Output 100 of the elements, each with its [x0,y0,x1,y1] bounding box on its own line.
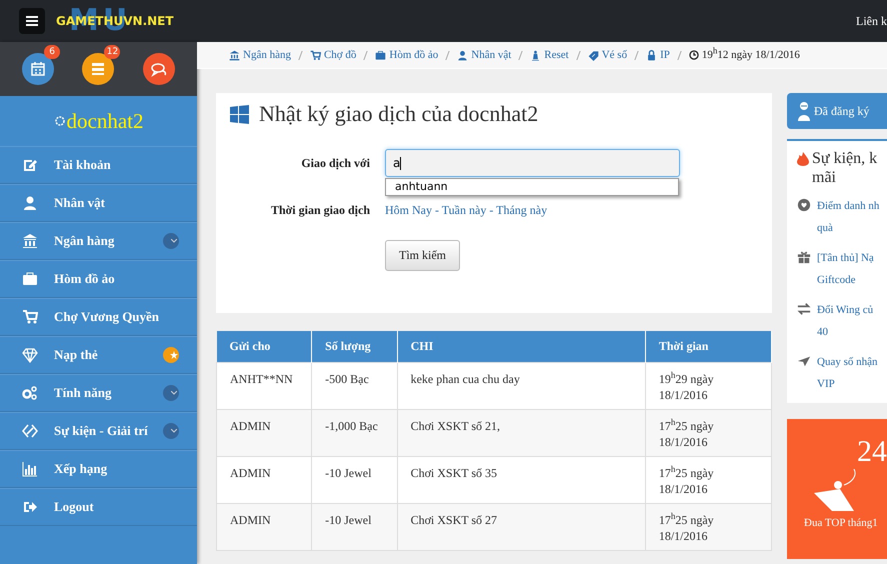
sidebar-item-label: Sự kiện - Giải trí [54,423,148,439]
breadcrumb-link[interactable]: Nhân vật [457,49,512,61]
registered-button[interactable]: Đã đăng ký [787,93,887,129]
column-header: CHI [397,331,646,362]
user-icon [22,195,38,211]
lock-icon [646,50,658,60]
gears-icon [22,385,38,401]
sidebar-item[interactable]: Nạp thẻ [0,336,197,374]
cart-icon [310,50,321,60]
field-label: Giao dịch với [300,156,370,170]
diamond-icon [22,347,38,363]
breadcrumb-link[interactable]: Reset [530,49,569,61]
table-cell: 19$^{h}$29 ngày 18/1/2016 [645,362,772,410]
briefcase-icon [375,50,386,60]
sidebar-item-label: Hòm đồ ảo [54,271,115,287]
breadcrumb-link[interactable]: IP [646,49,670,61]
sidebar-item[interactable]: Tính năng [0,374,197,412]
link-icon [22,423,38,439]
table-cell: keke phan cua chu day [397,362,646,410]
user-icon [457,50,468,60]
chevron-down-icon [163,233,179,249]
events-title: Sự kiện, k mãi [812,149,878,187]
search-button[interactable]: Tìm kiếm [385,240,460,271]
quick-action-button[interactable] [142,53,175,85]
column-header: Thời gian [645,331,772,362]
send-icon [797,354,811,368]
menu-icon [26,16,38,26]
panel-title: Nhật ký giao dịch của docnhat2 [259,101,538,127]
notification-badge: 12 [104,45,120,59]
quick-action-button[interactable] [82,53,114,85]
field-label: Thời gian giao dịch [270,203,370,218]
windows-icon [230,104,249,124]
breadcrumb-link[interactable]: Vé số [588,49,628,61]
sidebar-item-label: Xếp hạng [54,461,108,477]
heart-badge-icon [797,198,811,212]
gift-icon [797,250,811,264]
sidebar-item-label: Tính năng [54,385,112,401]
table-cell: ADMIN [216,456,312,504]
column-header: Số lượng [312,331,398,362]
list-icon [90,61,106,77]
notification-badge: 6 [44,45,60,59]
sidebar-item[interactable]: Xếp hạng [0,450,197,488]
table-cell: ANHT**NN [216,362,312,410]
bar-chart-icon [22,461,38,477]
sidebar-item[interactable]: Sự kiện - Giải trí [0,412,197,450]
sidebar-item[interactable]: Chợ Vương Quyền [0,298,197,336]
chevron-down-icon [163,385,179,401]
table-cell: Chơi XSKT số 27 [397,504,646,550]
sidebar-item[interactable]: Hòm đồ ảo [0,260,197,298]
sidebar-item[interactable]: Tài khoản [0,146,197,184]
flame-icon [797,152,809,166]
bank-icon [229,50,240,60]
sidebar-item-label: Logout [54,499,94,515]
event-link[interactable]: Đổi Wing củ 40 [817,299,874,343]
sidebar-item-label: Tài khoản [54,157,111,173]
top-link[interactable]: Liên k [856,14,887,28]
autocomplete-suggestion[interactable]: anhtuann [385,178,679,196]
sidebar-item[interactable]: Ngân hàng [0,222,197,260]
sidebar-item-label: Nhân vật [54,195,105,211]
exchange-icon [797,302,811,316]
breadcrumb-link[interactable]: Ngân hàng [229,49,291,61]
table-cell: Chơi XSKT số 35 [397,456,646,504]
promo-number: 24 [857,435,887,469]
period-links[interactable]: Hôm Nay - Tuần này - Tháng này [385,203,548,218]
table-cell: 17$^{h}$25 ngày 18/1/2016 [645,410,772,456]
breadcrumb-link[interactable]: Chợ đồ [310,49,356,61]
sidebar-item-label: Ngân hàng [54,233,114,249]
event-link[interactable]: Quay số nhận VIP [817,351,878,395]
quick-action-button[interactable] [22,53,54,85]
table-cell: Chơi XSKT số 21, [397,410,646,456]
edit-icon [22,157,38,173]
sidebar-item[interactable]: Nhân vật [0,184,197,222]
menu-button[interactable] [19,8,45,34]
logout-icon [22,499,38,515]
chevron-down-icon [163,423,179,439]
event-link[interactable]: Điểm danh nh quà [817,195,880,239]
table-cell: ADMIN [216,504,312,550]
table-cell: 17$^{h}$25 ngày 18/1/2016 [645,456,772,504]
username: docnhat2 [66,108,144,134]
table-cell: -500 Bạc [312,362,398,410]
chat-icon [150,61,167,77]
tag-icon [588,50,599,60]
clock-text: 19$^{h}$12 ngày 18/1/2016 [702,49,800,61]
briefcase-icon [22,271,38,287]
breadcrumb-link[interactable]: Hòm đồ ảo [375,49,438,61]
clock-icon [688,50,699,60]
column-header: Gửi cho [216,331,312,362]
figure-icon [530,50,542,60]
bank-icon [22,233,38,249]
sidebar-item-label: Nạp thẻ [54,347,98,363]
cart-icon [22,309,38,325]
table-cell: ADMIN [216,410,312,456]
promo-card[interactable]: 24 Đua TOP tháng1 [787,419,887,559]
sidebar-item-label: Chợ Vương Quyền [54,309,160,325]
table-cell: -10 Jewel [312,456,398,504]
event-link[interactable]: [Tân thủ] Nạ Giftcode [817,247,874,291]
table-cell: -1,000 Bạc [312,410,398,456]
sidebar-item[interactable]: Logout [0,488,197,526]
calendar-icon [30,61,46,77]
promo-caption: Đua TOP tháng1 [804,517,878,529]
